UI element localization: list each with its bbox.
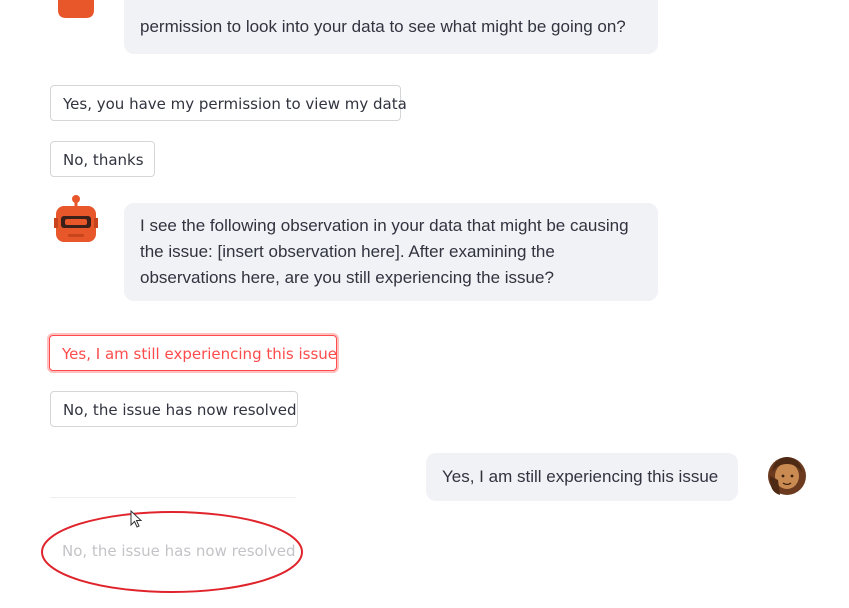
bot-message-2-line1: I see the following observation in your … — [140, 216, 629, 235]
bot-avatar-top — [56, 0, 96, 20]
bot-message-2: I see the following observation in your … — [124, 203, 658, 301]
no-thanks-button[interactable]: No, thanks — [50, 141, 155, 177]
user-message-1-text: Yes, I am still experiencing this issue — [442, 467, 719, 486]
user-avatar-icon — [768, 457, 806, 495]
mouse-cursor-icon — [130, 510, 143, 528]
robot-icon — [54, 195, 98, 242]
bot-message-1-text: permission to look into your data to see… — [140, 17, 626, 36]
bot-message-2-line2: the issue: [insert observation here]. Af… — [140, 242, 555, 261]
bot-avatar — [54, 194, 98, 244]
bot-message-2-line3: observations here, are you still experie… — [140, 268, 554, 287]
user-avatar — [766, 454, 808, 496]
robot-icon — [58, 0, 94, 18]
user-message-1: Yes, I am still experiencing this issue — [426, 453, 738, 501]
still-experiencing-button[interactable]: Yes, I am still experiencing this issue — [49, 335, 337, 371]
annotation-ellipse — [41, 511, 303, 593]
bot-message-1: permission to look into your data to see… — [124, 0, 658, 54]
issue-resolved-button[interactable]: No, the issue has now resolved — [50, 391, 298, 427]
faded-button-border — [50, 497, 296, 498]
permission-yes-button[interactable]: Yes, you have my permission to view my d… — [50, 85, 407, 121]
